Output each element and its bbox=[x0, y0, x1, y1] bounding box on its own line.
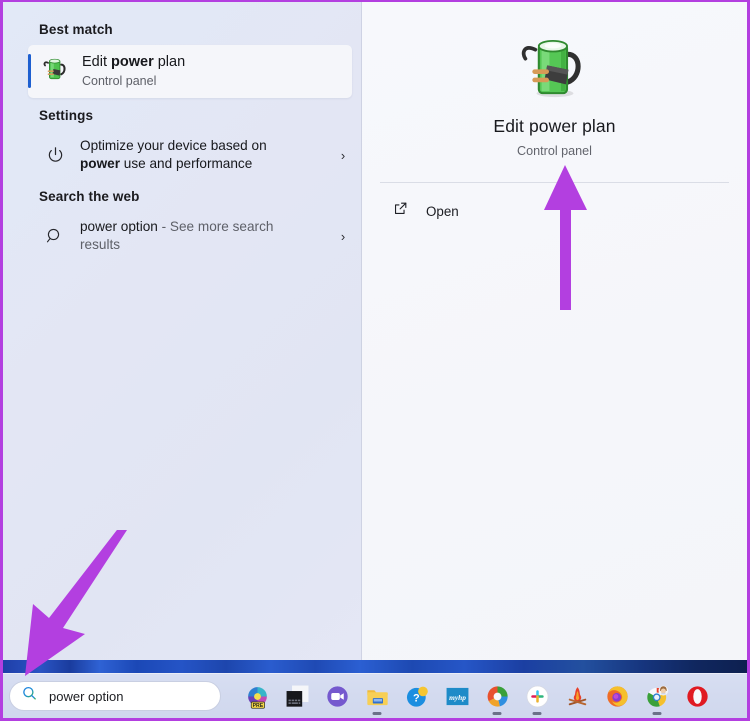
chevron-right-icon[interactable]: › bbox=[332, 229, 354, 244]
microsoft-edge-icon bbox=[485, 684, 510, 709]
settings-label-line1: Optimize your device based on bbox=[80, 137, 267, 153]
desktop-wallpaper-strip bbox=[3, 660, 747, 673]
search-icon bbox=[42, 226, 68, 246]
search-results-pane: Best match Edit power plan Control panel… bbox=[3, 2, 362, 660]
taskbar-search-box[interactable]: power option bbox=[9, 681, 221, 711]
result-row-settings[interactable]: Optimize your device based on power use a… bbox=[28, 131, 354, 179]
web-result-suffix: - See more search bbox=[157, 218, 274, 234]
svg-text:?: ? bbox=[412, 692, 419, 704]
taskbar-item-myhp[interactable]: myhp bbox=[437, 674, 477, 718]
result-row-settings-label: Optimize your device based on power use a… bbox=[80, 137, 332, 174]
zoom-video-icon bbox=[325, 684, 350, 709]
settings-label-highlight: power bbox=[80, 156, 121, 171]
windows-search-window: Best match Edit power plan Control panel… bbox=[0, 0, 750, 721]
web-result-line2: results bbox=[80, 237, 121, 252]
best-match-result[interactable]: Edit power plan Control panel bbox=[28, 45, 352, 98]
section-heading-search-the-web: Search the web bbox=[39, 189, 140, 204]
power-icon bbox=[42, 145, 68, 166]
dark-app-icon bbox=[285, 684, 310, 709]
taskbar-item-firefox[interactable] bbox=[597, 674, 637, 718]
taskbar-item-microsoft-edge[interactable] bbox=[477, 674, 517, 718]
preview-subtitle: Control panel bbox=[517, 144, 592, 158]
preview-pane: Edit power plan Control panel Open bbox=[362, 2, 747, 660]
svg-text:PRE: PRE bbox=[252, 702, 263, 708]
svg-text:myhp: myhp bbox=[449, 693, 466, 702]
help-icon: ? bbox=[405, 684, 430, 709]
taskbar-item-slack[interactable] bbox=[517, 674, 557, 718]
result-row-web-search[interactable]: power option - See more search results › bbox=[28, 212, 354, 260]
best-match-title: Edit power plan bbox=[82, 54, 185, 72]
search-flyout: Best match Edit power plan Control panel… bbox=[3, 2, 747, 660]
google-chrome-icon bbox=[645, 684, 670, 709]
taskbar-app-list: PRE ? myhp bbox=[237, 674, 717, 718]
opera-icon bbox=[685, 684, 710, 709]
preview-action-open-label: Open bbox=[426, 203, 459, 219]
settings-label-line2: use and performance bbox=[120, 156, 253, 171]
taskbar-search-input[interactable]: power option bbox=[49, 689, 123, 704]
taskbar-item-google-chrome[interactable] bbox=[637, 674, 677, 718]
taskbar-item-file-explorer[interactable] bbox=[357, 674, 397, 718]
best-match-subtitle: Control panel bbox=[82, 73, 157, 88]
firefox-icon bbox=[605, 684, 630, 709]
taskbar-item-adobe-premiere-elements[interactable]: PRE bbox=[237, 674, 277, 718]
best-match-title-suffix: plan bbox=[153, 54, 186, 71]
best-match-title-highlight: power bbox=[111, 54, 154, 71]
best-match-title-prefix: Edit bbox=[82, 54, 112, 71]
preview-action-open[interactable]: Open bbox=[376, 191, 733, 231]
campfire-icon bbox=[565, 684, 590, 709]
running-indicator bbox=[652, 712, 662, 715]
taskbar-item-dark-app[interactable] bbox=[277, 674, 317, 718]
taskbar-item-campfire[interactable] bbox=[557, 674, 597, 718]
adobe-premiere-elements-icon: PRE bbox=[245, 684, 270, 709]
slack-icon bbox=[525, 684, 550, 709]
preview-title: Edit power plan bbox=[493, 116, 616, 136]
chevron-right-icon[interactable]: › bbox=[332, 148, 354, 163]
open-external-icon bbox=[392, 200, 409, 222]
taskbar: power option PRE ? myhp bbox=[3, 673, 747, 718]
taskbar-item-opera[interactable] bbox=[677, 674, 717, 718]
power-plan-battery-icon bbox=[42, 55, 70, 88]
section-heading-best-match: Best match bbox=[39, 22, 113, 37]
taskbar-item-zoom[interactable] bbox=[317, 674, 357, 718]
running-indicator bbox=[532, 712, 542, 715]
search-icon bbox=[21, 685, 38, 707]
file-explorer-icon bbox=[365, 684, 390, 709]
preview-divider bbox=[380, 182, 729, 183]
selection-indicator bbox=[28, 54, 31, 88]
web-result-label: power option - See more search results bbox=[80, 218, 332, 255]
taskbar-item-get-help[interactable]: ? bbox=[397, 674, 437, 718]
power-plan-battery-icon bbox=[518, 30, 592, 104]
running-indicator bbox=[492, 712, 502, 715]
section-heading-settings: Settings bbox=[39, 108, 94, 123]
running-indicator bbox=[372, 712, 382, 715]
web-result-query: power option bbox=[80, 218, 158, 234]
myhp-icon: myhp bbox=[445, 684, 470, 709]
